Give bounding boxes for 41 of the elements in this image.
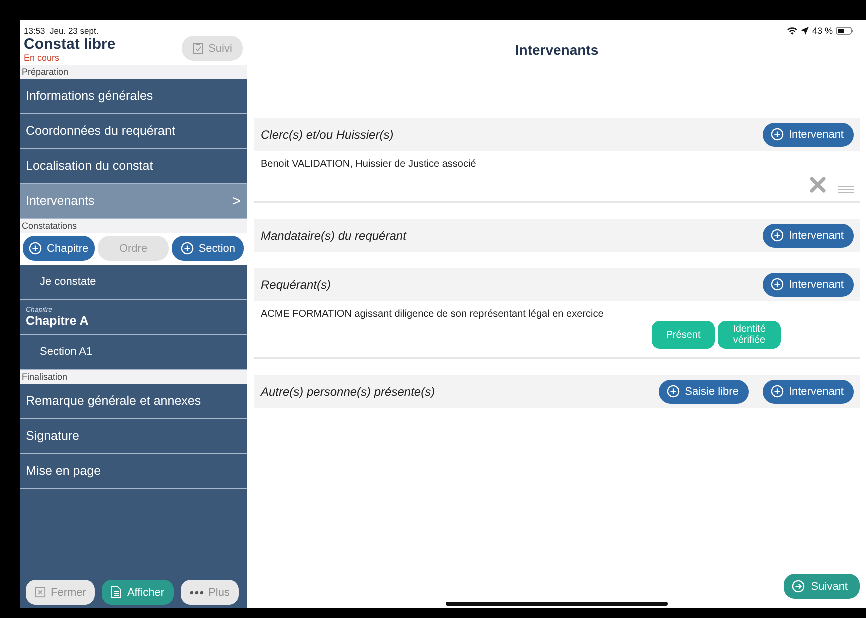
add-button[interactable]: Intervenant (762, 272, 854, 296)
section-title: Clerc(s) et/ou Huissier(s) (261, 128, 394, 142)
arrow-right-icon (792, 580, 806, 593)
status-time: 13:53 Jeu. 23 sept. (24, 26, 100, 36)
add-button[interactable]: Intervenant (762, 122, 854, 146)
close-icon (35, 587, 46, 598)
document-status: En cours (24, 53, 61, 63)
nav-item[interactable]: Intervenants > (20, 184, 247, 219)
next-button[interactable]: Suivant (784, 574, 860, 599)
location-icon (801, 27, 810, 35)
sidebar-button[interactable]: Section (172, 236, 244, 261)
document-icon (111, 586, 122, 599)
group-label: Préparation (20, 65, 247, 79)
plus-icon (770, 229, 784, 242)
plus-icon (180, 242, 194, 255)
wifi-icon (787, 27, 798, 35)
document-title: Constat libre (24, 36, 116, 53)
remove-icon[interactable] (810, 177, 826, 193)
plus-icon (667, 385, 680, 398)
section-title: Autre(s) personne(s) présente(s) (261, 384, 436, 398)
footer-button[interactable]: Afficher (102, 580, 174, 605)
add-button[interactable]: Intervenant (762, 224, 854, 248)
group-label: Finalisation (20, 370, 247, 384)
sidebar-button[interactable]: Chapitre (23, 236, 95, 261)
page-title: Intervenants (514, 42, 600, 60)
add-button[interactable]: Intervenant (762, 380, 854, 404)
clipboard-check-icon (192, 42, 204, 55)
participant-name: ACME FORMATION agissant diligence de son représentant légal en exercice (261, 309, 604, 322)
drag-handle-icon[interactable] (838, 186, 854, 193)
participant-name: Benoit VALIDATION, Huissier de Justice associé (261, 159, 476, 172)
group-label: Constatations (20, 219, 247, 233)
add-button[interactable]: Saisie libre (659, 380, 749, 404)
more-icon (190, 590, 204, 594)
plus-icon (770, 385, 784, 398)
battery-percent: 43 % (812, 26, 833, 36)
section-title: Requérant(s) (261, 278, 332, 292)
plus-icon (770, 128, 784, 141)
plus-icon (770, 278, 784, 291)
section-title: Mandataire(s) du requérant (261, 228, 406, 242)
plus-icon (29, 242, 42, 255)
battery-icon (836, 27, 854, 35)
